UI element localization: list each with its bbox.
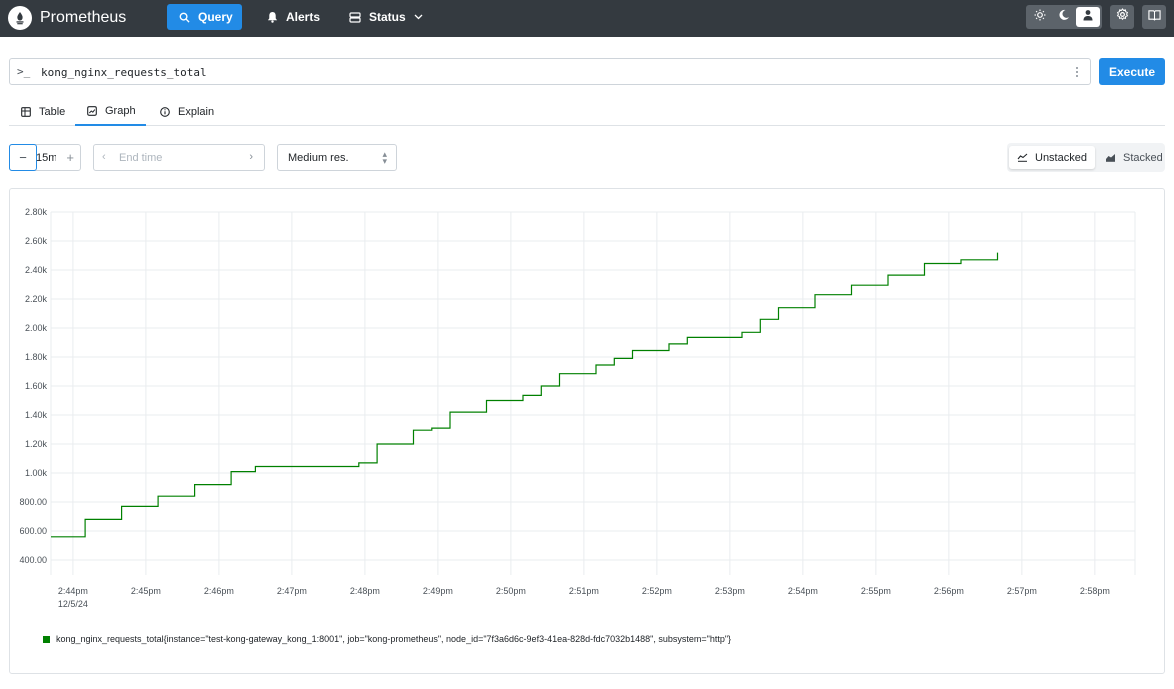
x-tick-label: 2:55pm xyxy=(861,586,891,596)
x-tick-label: 2:48pm xyxy=(350,586,380,596)
book-icon xyxy=(1147,8,1161,26)
nav-query-label: Query xyxy=(198,10,233,24)
y-tick-label: 2.20k xyxy=(25,294,48,304)
nav-status-label: Status xyxy=(369,10,406,24)
y-tick-label: 2.60k xyxy=(25,236,48,246)
light-theme-button[interactable] xyxy=(1028,7,1052,27)
sun-icon xyxy=(1034,8,1046,26)
theme-switcher xyxy=(1026,5,1102,29)
graph-panel: 2.80k 2.60k 2.40k 2.20k 2.00k 1.80k 1.60k 1.40k… xyxy=(9,188,1165,674)
gear-icon xyxy=(1116,8,1129,26)
chart-legend[interactable]: kong_nginx_requests_total{instance="test… xyxy=(43,634,731,644)
x-tick-label: 2:49pm xyxy=(423,586,453,596)
expression-input[interactable]: >_ kong_nginx_requests_total xyxy=(9,58,1091,85)
chevron-left-icon[interactable]: ‹ xyxy=(102,151,106,163)
chevron-down-icon xyxy=(414,14,423,20)
end-time-placeholder: End time xyxy=(119,152,163,164)
more-vertical-icon[interactable] xyxy=(1072,64,1082,80)
time-series-chart[interactable]: 2.80k 2.60k 2.40k 2.20k 2.00k 1.80k 1.60k 1.40k… xyxy=(10,189,1164,619)
legend-swatch xyxy=(43,635,50,643)
auto-theme-button[interactable] xyxy=(1076,7,1100,27)
settings-button[interactable] xyxy=(1110,5,1134,29)
unstacked-label: Unstacked xyxy=(1035,151,1087,164)
result-tabs: Table Graph Explain xyxy=(9,98,1165,126)
y-tick-label: 1.60k xyxy=(25,381,48,391)
terminal-prompt-icon: >_ xyxy=(17,65,31,78)
nav-alerts-label: Alerts xyxy=(286,10,321,24)
moon-icon xyxy=(1058,8,1070,26)
expression-text[interactable]: kong_nginx_requests_total xyxy=(41,66,207,79)
legend-series-label: kong_nginx_requests_total{instance="test… xyxy=(56,634,732,644)
documentation-button[interactable] xyxy=(1142,5,1166,29)
decrease-range-button[interactable]: − xyxy=(9,144,37,171)
unstacked-button[interactable]: Unstacked xyxy=(1009,146,1095,169)
top-navbar: Prometheus Query Alerts Status xyxy=(0,0,1174,37)
y-tick-label: 800.00 xyxy=(19,497,47,507)
y-tick-label: 400.00 xyxy=(19,555,47,565)
tab-explain[interactable]: Explain xyxy=(148,98,226,126)
tab-graph-label: Graph xyxy=(105,105,136,117)
y-tick-label: 2.40k xyxy=(25,265,48,275)
bell-icon xyxy=(267,11,278,23)
series-line xyxy=(51,252,999,538)
dark-theme-button[interactable] xyxy=(1052,7,1076,27)
x-tick-label: 2:56pm xyxy=(934,586,964,596)
x-tick-label: 2:46pm xyxy=(204,586,234,596)
tab-explain-label: Explain xyxy=(178,106,215,118)
line-chart-icon xyxy=(1017,153,1028,162)
chevron-updown-icon: ▴ ▾ xyxy=(382,149,387,166)
brand-name: Prometheus xyxy=(40,9,127,26)
y-tick-label: 1.80k xyxy=(25,352,48,362)
range-input[interactable]: 15m xyxy=(36,152,56,164)
x-tick-label: 2:51pm xyxy=(569,586,599,596)
nav-status-menu[interactable]: Status xyxy=(337,4,435,30)
range-input-group: − 15m + xyxy=(9,144,81,171)
resolution-value: Medium res. xyxy=(288,152,349,164)
y-tick-label: 2.00k xyxy=(25,323,48,333)
area-chart-icon xyxy=(1105,153,1116,162)
stacked-button[interactable]: Stacked xyxy=(1097,146,1171,169)
chevron-right-icon[interactable]: › xyxy=(249,151,253,163)
x-tick-label: 2:47pm xyxy=(277,586,307,596)
increase-range-button[interactable]: + xyxy=(66,150,74,165)
x-tick-label: 2:58pm xyxy=(1080,586,1110,596)
y-tick-label: 2.80k xyxy=(25,207,48,217)
execute-button[interactable]: Execute xyxy=(1099,58,1165,85)
stacked-label: Stacked xyxy=(1123,151,1163,164)
server-icon xyxy=(349,11,361,23)
y-tick-label: 600.00 xyxy=(19,526,47,536)
tab-table[interactable]: Table xyxy=(9,98,77,126)
y-tick-label: 1.40k xyxy=(25,410,48,420)
chart-icon xyxy=(87,106,97,116)
nav-query-button[interactable]: Query xyxy=(167,4,242,30)
x-date-label: 12/5/24 xyxy=(58,599,88,609)
nav-alerts-button[interactable]: Alerts xyxy=(255,4,332,30)
x-tick-label: 2:53pm xyxy=(715,586,745,596)
x-tick-label: 2:57pm xyxy=(1007,586,1037,596)
resolution-select[interactable]: Medium res. ▴ ▾ xyxy=(277,144,397,171)
brand[interactable]: Prometheus xyxy=(8,6,126,30)
prometheus-logo xyxy=(8,6,32,30)
table-icon xyxy=(21,107,31,117)
user-icon xyxy=(1082,8,1094,26)
tab-table-label: Table xyxy=(39,106,66,118)
y-tick-label: 1.00k xyxy=(25,468,48,478)
search-icon xyxy=(179,12,190,23)
x-tick-label: 2:54pm xyxy=(788,586,818,596)
y-tick-label: 1.20k xyxy=(25,439,48,449)
x-tick-label: 2:45pm xyxy=(131,586,161,596)
info-icon xyxy=(160,107,170,117)
x-tick-label: 2:50pm xyxy=(496,586,526,596)
x-tick-label: 2:52pm xyxy=(642,586,672,596)
stack-mode-toggle: Unstacked Stacked xyxy=(1007,143,1165,172)
end-time-input[interactable]: ‹ End time › xyxy=(93,144,265,171)
x-tick-label: 2:44pm xyxy=(58,586,88,596)
tab-graph[interactable]: Graph xyxy=(75,98,146,126)
